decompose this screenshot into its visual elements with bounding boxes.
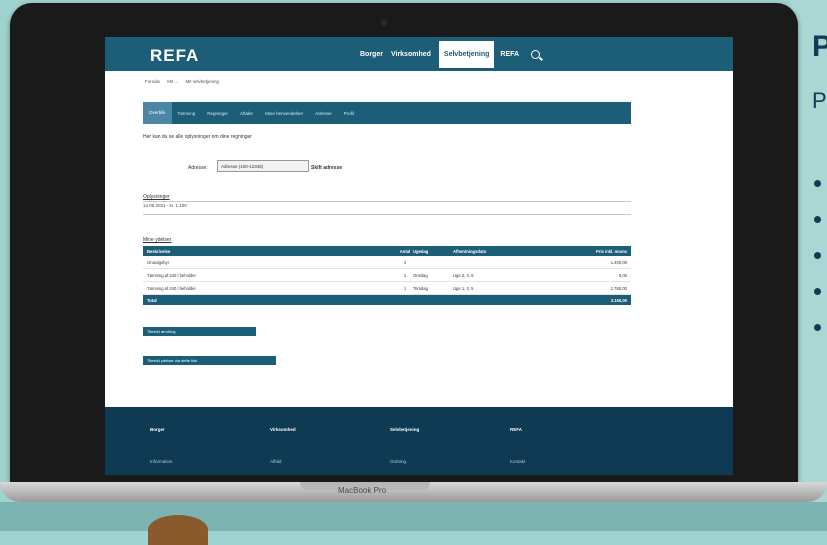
table-cell: 1 (403, 259, 407, 265)
table-cell: 0,00 (618, 272, 627, 278)
divider (143, 214, 631, 215)
section-title: Mine ydelser (143, 237, 172, 243)
slide-subtitle: P (812, 88, 827, 113)
secondary-action-button[interactable]: Tilmeld ydelser via dette link (143, 356, 276, 365)
footer-column[interactable]: Virksomhed (270, 427, 296, 432)
table-cell: Onsdag (413, 272, 428, 278)
model-label: MacBook Pro (338, 486, 387, 495)
top-navigation: Borger Virksomhed Selvbetjening REFA (360, 37, 541, 71)
floor (0, 502, 827, 531)
table-row: Tømning af 240 l beholder 1 Onsdag Uge 2… (143, 269, 631, 282)
mug (148, 515, 208, 545)
primary-action-button[interactable]: Tilmeld ændring (143, 327, 256, 336)
breadcrumb-item[interactable]: Mit ... (167, 79, 178, 84)
tab-regninger[interactable]: Regninger (201, 111, 234, 116)
search-icon[interactable] (531, 49, 541, 59)
total-value: 3.160,00 (610, 297, 627, 303)
tab-bar: Overblik Tømning Regninger Aftaler Mine … (143, 102, 631, 124)
bullet (814, 288, 821, 295)
section-title: Oplysninger (143, 194, 170, 200)
site-header: REFA Borger Virksomhed Selvbetjening REF… (105, 37, 733, 71)
tab-profil[interactable]: Profil (338, 111, 360, 116)
services-table: Beskrivelse Antal Ugedag Afhentningsdato… (143, 246, 631, 305)
site-footer: Borger Virksomhed Selvbetjening REFA Inf… (105, 407, 733, 475)
table-cell: Tømning af 240 l beholder (147, 285, 196, 291)
table-cell: 1 (403, 272, 407, 278)
table-cell: 1.400,00 (610, 259, 627, 265)
nav-virksomhed[interactable]: Virksomhed (391, 51, 431, 58)
breadcrumb-item[interactable]: Mit selvbetjening (186, 79, 220, 84)
divider (143, 201, 631, 202)
table-cell: Uge 1, 3, 5 (453, 285, 474, 291)
bullet (814, 180, 821, 187)
footer-column[interactable]: Selvbetjening (390, 427, 419, 432)
nav-selvbetjening[interactable]: Selvbetjening (438, 40, 495, 68)
breadcrumb: Forside Mit ... Mit selvbetjening (145, 79, 225, 84)
tab-overblik[interactable]: Overblik (143, 102, 172, 124)
address-select[interactable]: Adresse (100-12345) (217, 160, 309, 172)
total-label: Total (147, 297, 157, 303)
slide-title: P (812, 30, 827, 63)
table-cell: 1.760,00 (610, 285, 627, 291)
change-address-link[interactable]: Skift adresse (311, 165, 342, 171)
footer-link[interactable]: Ordning (390, 459, 406, 464)
table-cell: Tømning af 240 l beholder (147, 272, 196, 278)
breadcrumb-item[interactable]: Forside (145, 79, 160, 84)
table-row: Grundgebyr 1 1.400,00 (143, 256, 631, 269)
section-line: 14.05.2021 - kr. 1.100 (143, 203, 187, 208)
bullet (814, 216, 821, 223)
column-header: Beskrivelse (147, 248, 171, 254)
bullet (814, 252, 821, 259)
column-header: Pris inkl. moms (596, 248, 627, 254)
address-select-label: Adresse: (188, 165, 208, 171)
slide-bullets (814, 180, 821, 360)
footer-link[interactable]: Affald (270, 459, 281, 464)
footer-link[interactable]: Kontakt (510, 459, 525, 464)
footer-link[interactable]: Information (150, 459, 173, 464)
laptop-lid: REFA Borger Virksomhed Selvbetjening REF… (10, 3, 798, 489)
column-header: Afhentningsdato (453, 248, 487, 254)
nav-refa[interactable]: REFA (500, 51, 519, 58)
table-row: Tømning af 240 l beholder 1 Torsdag Uge … (143, 282, 631, 295)
logo[interactable]: REFA (150, 46, 199, 66)
table-cell: 1 (403, 285, 407, 291)
table-cell: Uge 2, 4, 6 (453, 272, 474, 278)
bullet (814, 324, 821, 331)
tab-henvendelser[interactable]: Mine henvendelser (259, 111, 309, 116)
tab-adresse[interactable]: Adresse (309, 111, 338, 116)
camera-icon (381, 20, 387, 26)
column-header: Antal (399, 248, 411, 254)
table-header: Beskrivelse Antal Ugedag Afhentningsdato… (143, 246, 631, 256)
tab-aftaler[interactable]: Aftaler (234, 111, 259, 116)
laptop-screen: REFA Borger Virksomhed Selvbetjening REF… (105, 37, 733, 475)
nav-borger[interactable]: Borger (360, 51, 383, 58)
tab-tomning[interactable]: Tømning (172, 111, 202, 116)
intro-text: Her kan du se alle oplysninger om dine r… (143, 134, 252, 140)
table-cell: Torsdag (413, 285, 428, 291)
footer-column[interactable]: Borger (150, 427, 165, 432)
column-header: Ugedag (413, 248, 429, 254)
footer-column[interactable]: REFA (510, 427, 522, 432)
table-total-row: Total 3.160,00 (143, 295, 631, 305)
table-cell: Grundgebyr (147, 259, 170, 265)
